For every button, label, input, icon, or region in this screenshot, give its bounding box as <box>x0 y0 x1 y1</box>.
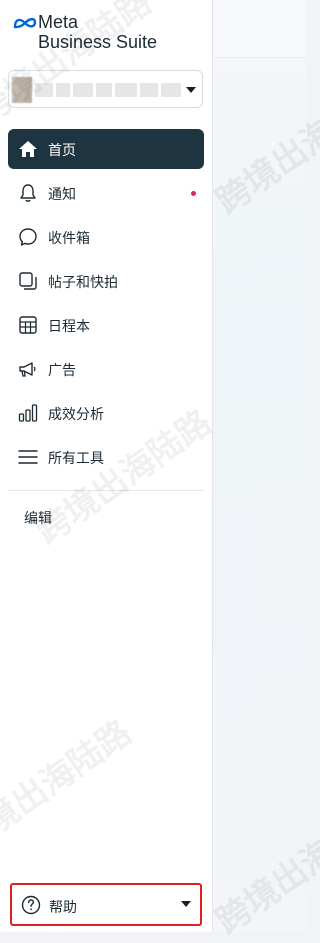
nav-item-ads[interactable]: 广告 <box>8 349 204 389</box>
brand-name: Meta <box>38 12 79 32</box>
sidebar: Meta Business Suite 首页 通知 收件箱 帖子和快拍 日程本 … <box>0 0 213 932</box>
account-switcher[interactable] <box>8 70 203 108</box>
main-nav: 首页 通知 收件箱 帖子和快拍 日程本 广告 成效分析 所有工具 <box>0 129 213 481</box>
chevron-down-icon <box>181 901 191 907</box>
brand-product: Business Suite <box>38 32 158 52</box>
divider <box>8 490 204 491</box>
nav-item-inbox[interactable]: 收件箱 <box>8 217 204 257</box>
bell-icon <box>20 184 36 202</box>
nav-label: 成效分析 <box>48 407 104 423</box>
nav-label: 首页 <box>48 143 76 159</box>
edit-link[interactable]: 编辑 <box>24 508 52 528</box>
help-button[interactable]: 帮助 <box>10 883 202 926</box>
nav-label: 通知 <box>48 187 76 203</box>
nav-label: 收件箱 <box>48 231 90 247</box>
nav-item-planner[interactable]: 日程本 <box>8 305 204 345</box>
menu-icon <box>18 450 38 464</box>
nav-label: 帖子和快拍 <box>48 275 118 291</box>
posts-icon <box>19 272 37 290</box>
account-avatar <box>12 77 32 103</box>
calendar-icon <box>19 316 37 334</box>
main-content-area <box>213 0 306 932</box>
nav-label: 所有工具 <box>48 451 104 467</box>
bar-chart-icon <box>18 404 38 422</box>
nav-label: 广告 <box>48 363 76 379</box>
nav-label: 日程本 <box>48 319 90 335</box>
chevron-down-icon <box>186 87 196 93</box>
help-label: 帮助 <box>49 900 77 916</box>
top-bar <box>213 0 306 58</box>
megaphone-icon <box>19 362 36 377</box>
meta-infinity-icon <box>13 17 37 29</box>
home-icon <box>19 141 37 157</box>
meta-logo[interactable]: Meta Business Suite <box>12 12 202 54</box>
account-name-blurred <box>35 83 185 97</box>
notification-badge <box>191 191 196 196</box>
nav-item-notifications[interactable]: 通知 <box>8 173 204 213</box>
nav-item-insights[interactable]: 成效分析 <box>8 393 204 433</box>
chat-bubble-icon <box>19 228 37 246</box>
nav-item-posts-stories[interactable]: 帖子和快拍 <box>8 261 204 301</box>
nav-item-all-tools[interactable]: 所有工具 <box>8 437 204 477</box>
help-question-icon <box>21 895 41 915</box>
nav-item-home[interactable]: 首页 <box>8 129 204 169</box>
